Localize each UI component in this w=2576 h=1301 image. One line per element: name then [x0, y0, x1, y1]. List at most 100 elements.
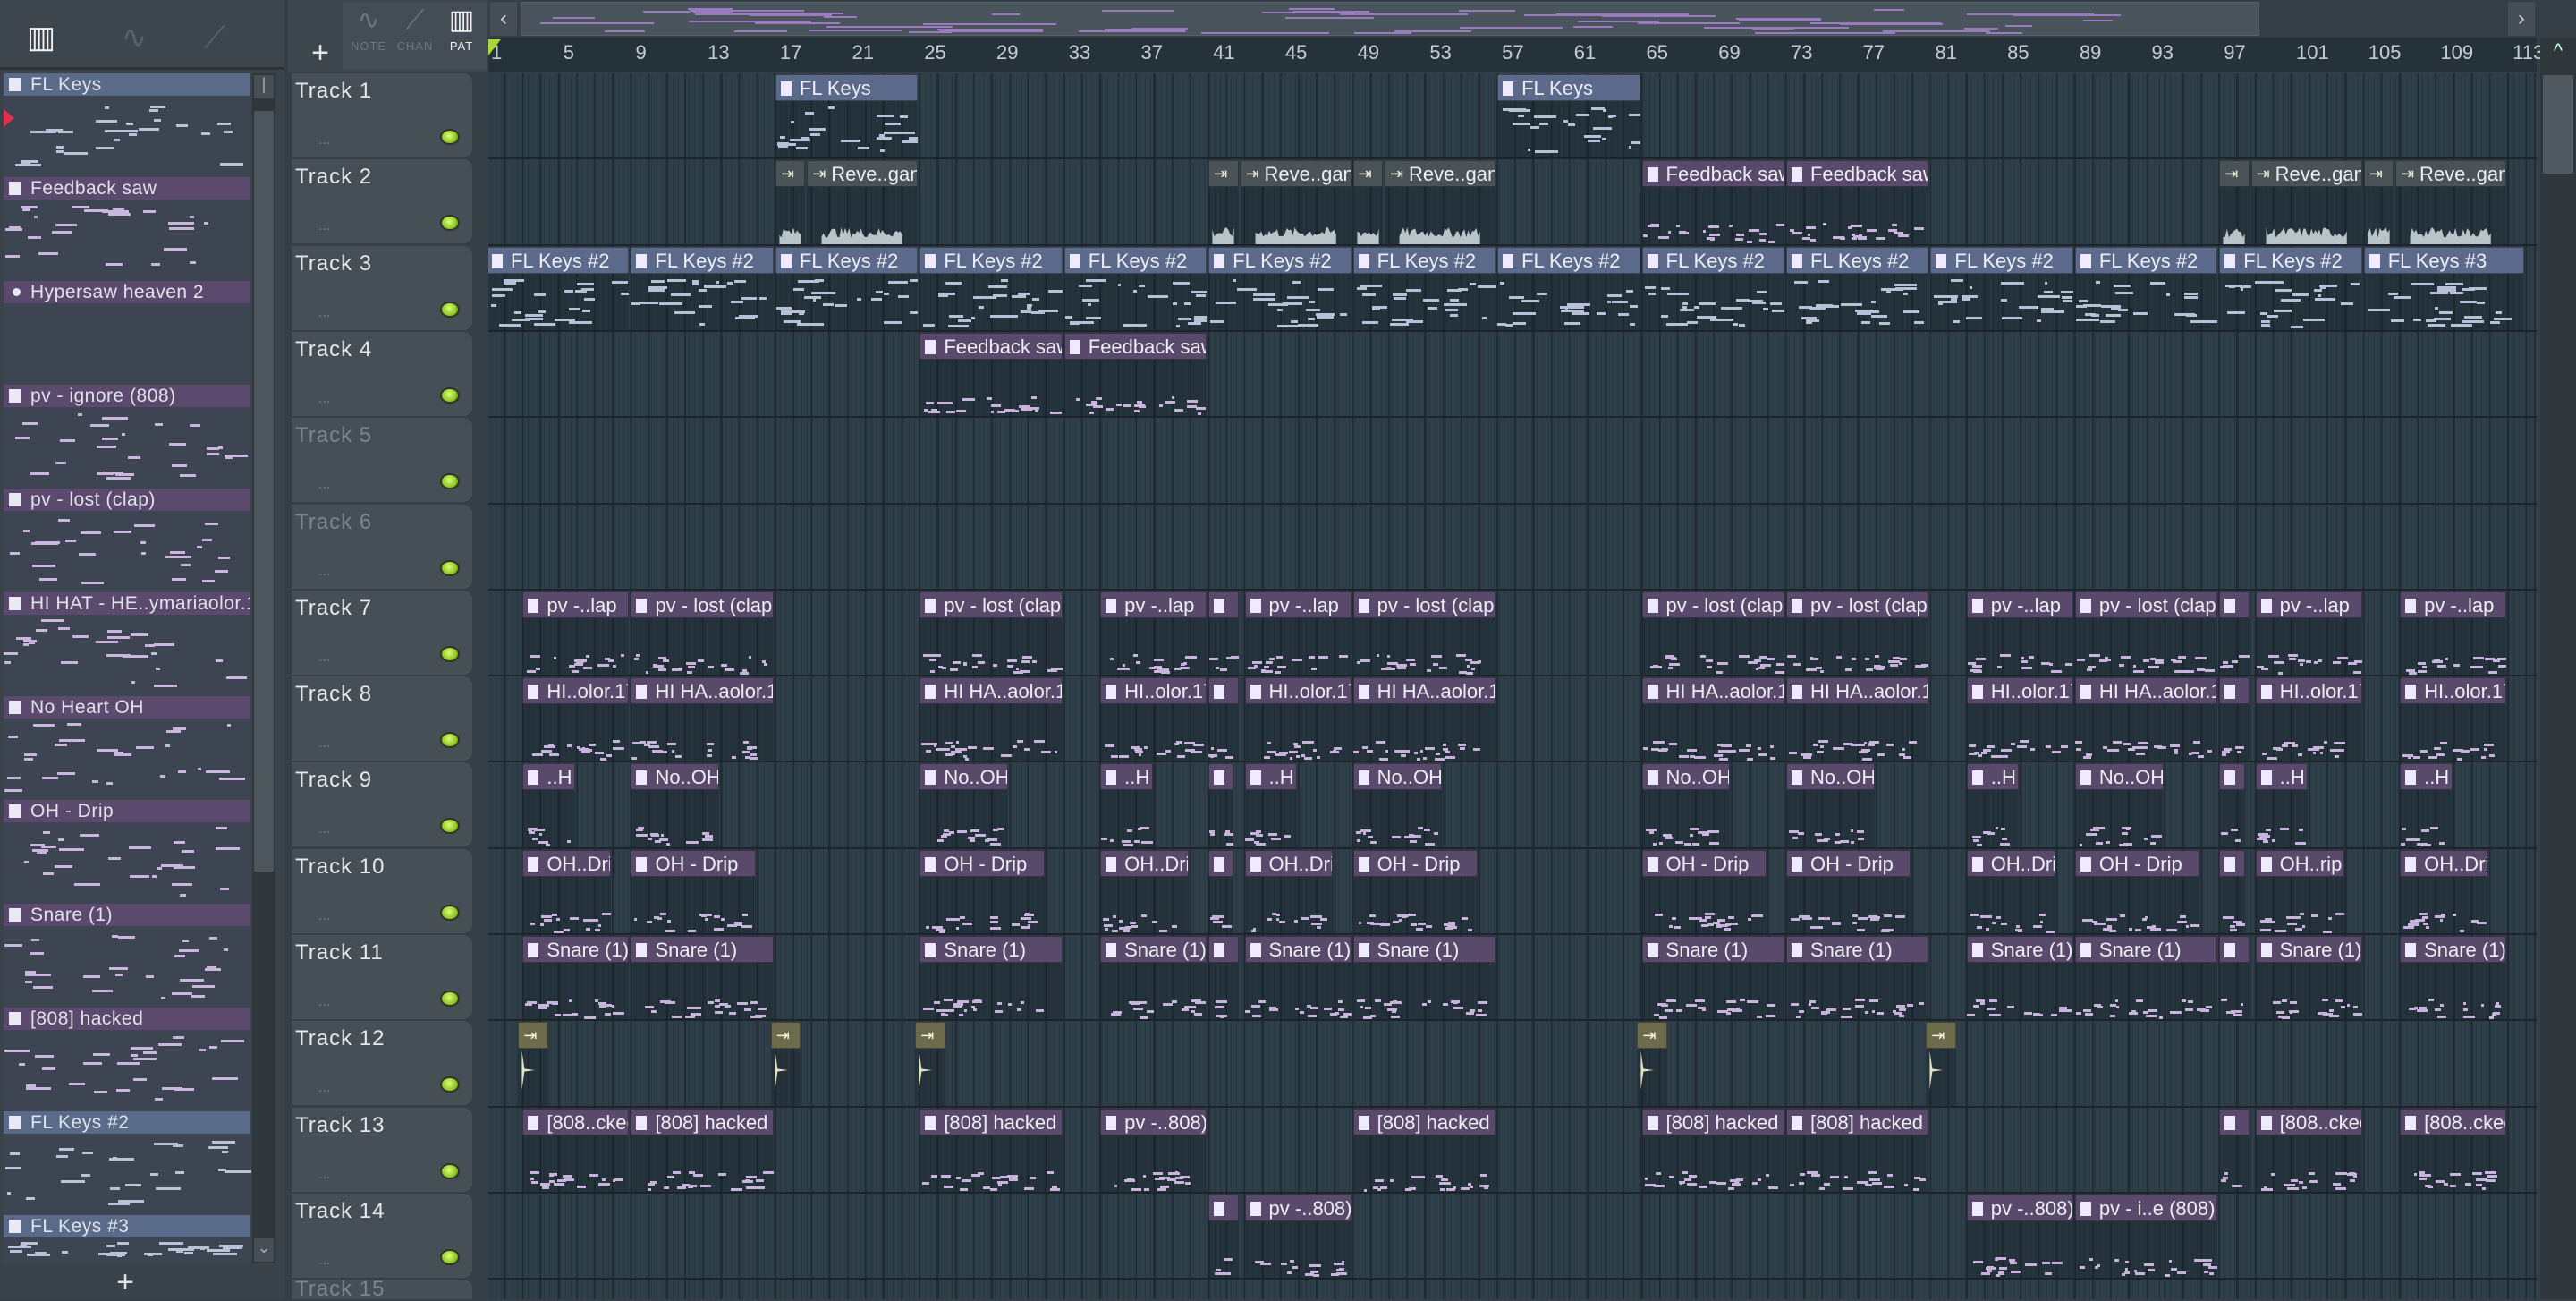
more-icon[interactable]: ...: [318, 477, 330, 493]
pattern-clip[interactable]: OH..Drip: [1100, 849, 1189, 934]
pattern-clip[interactable]: Feedback saw: [1063, 332, 1208, 417]
pattern-clip[interactable]: FL Keys #2: [775, 246, 919, 331]
audio-clip[interactable]: ⇥: [1352, 160, 1383, 245]
pattern-clip[interactable]: [808] hacked: [1785, 1108, 1929, 1193]
track-header[interactable]: Track 3...: [292, 245, 472, 330]
pattern-clip[interactable]: pv -..lap: [522, 591, 630, 676]
track-mute-led[interactable]: [440, 387, 460, 404]
pattern-clip[interactable]: pv - lost (clap): [1352, 591, 1496, 676]
pattern-item[interactable]: No Heart OH: [4, 696, 250, 800]
track-mute-led[interactable]: [440, 559, 460, 576]
pattern-clip[interactable]: Feedback saw: [1641, 160, 1784, 245]
pattern-clip[interactable]: [808..cked: [2400, 1108, 2507, 1193]
audio-clip[interactable]: ⇥: [1637, 1022, 1667, 1107]
scroll-right-button[interactable]: ›: [2508, 2, 2535, 36]
track-header[interactable]: Track 9...: [292, 762, 472, 847]
track-mute-led[interactable]: [440, 1162, 460, 1179]
mode-chan[interactable]: ⟋ CHAN: [392, 2, 438, 70]
pattern-clip[interactable]: OH - Drip: [1785, 849, 1911, 934]
pattern-clip[interactable]: pv -..lap: [1966, 591, 2073, 676]
audio-clip[interactable]: ⇥: [770, 1022, 801, 1107]
pattern-clip[interactable]: Snare (1): [2074, 936, 2218, 1020]
audio-clip[interactable]: ⇥: [915, 1022, 945, 1107]
pattern-clip[interactable]: pv - i..e (808): [2074, 1194, 2218, 1279]
track-header[interactable]: Track 7...: [292, 590, 472, 675]
track-header[interactable]: Track 12...: [292, 1021, 472, 1106]
pattern-clip[interactable]: [2219, 763, 2245, 848]
more-icon[interactable]: ...: [318, 564, 330, 580]
automation-icon[interactable]: ⟋: [197, 20, 233, 55]
pattern-clip[interactable]: pv - lost (clap): [631, 591, 774, 676]
track-header[interactable]: Track 6...: [292, 504, 472, 589]
scroll-down-icon[interactable]: ⌄: [254, 1238, 274, 1262]
pattern-clip[interactable]: pv -..808): [1244, 1194, 1352, 1279]
pattern-clip[interactable]: FL Keys #2: [1352, 246, 1496, 331]
audio-clip[interactable]: ⇥: [1926, 1022, 1956, 1107]
pattern-item[interactable]: FL Keys #2: [4, 1111, 251, 1215]
pattern-clip[interactable]: [808] hacked: [919, 1108, 1063, 1193]
pattern-clip[interactable]: [808] hacked: [1641, 1108, 1784, 1193]
track-header[interactable]: Track 1...: [292, 73, 472, 157]
pattern-clip[interactable]: [1208, 591, 1239, 676]
playhead-marker[interactable]: [488, 39, 501, 55]
pattern-clip[interactable]: pv -..lap: [2255, 591, 2362, 676]
audio-clip[interactable]: ⇥ Reve..gan: [1384, 160, 1496, 245]
pattern-clip[interactable]: OH - Drip: [631, 849, 756, 934]
more-icon[interactable]: ...: [318, 821, 330, 838]
track-mute-led[interactable]: [440, 215, 460, 232]
pattern-clip[interactable]: Snare (1): [1244, 936, 1352, 1020]
scroll-left-button[interactable]: ‹: [490, 2, 517, 36]
pattern-clip[interactable]: [1208, 763, 1234, 848]
pattern-clip[interactable]: [2219, 591, 2250, 676]
pattern-clip[interactable]: [808..cked: [2255, 1108, 2362, 1193]
mode-note[interactable]: ∿ NOTE: [345, 2, 392, 70]
pattern-clip[interactable]: HI HA..aolor.17: [1641, 677, 1784, 762]
pattern-item[interactable]: OH - Drip: [4, 800, 250, 904]
pattern-clip[interactable]: FL Keys #2: [1063, 246, 1208, 331]
pattern-clip[interactable]: pv - lost (clap): [1785, 591, 1929, 676]
more-icon[interactable]: ...: [318, 391, 330, 407]
pattern-clip[interactable]: Snare (1): [1352, 936, 1496, 1020]
audio-clip[interactable]: ⇥ Reve..gan: [1240, 160, 1352, 245]
pattern-clip[interactable]: OH..Drip: [2400, 849, 2488, 934]
track-header[interactable]: Track 2...: [292, 159, 472, 244]
pattern-item[interactable]: Snare (1): [4, 904, 250, 1008]
vertical-scrollbar[interactable]: ^: [2540, 38, 2576, 1299]
pattern-clip[interactable]: pv -..lap: [1244, 591, 1352, 676]
track-mute-led[interactable]: [440, 904, 460, 921]
pattern-clip[interactable]: FL Keys #2: [2074, 246, 2218, 331]
pattern-clip[interactable]: [1208, 1194, 1239, 1279]
pattern-clip[interactable]: OH - Drip: [1352, 849, 1478, 934]
pattern-clip[interactable]: FL Keys #2: [1208, 246, 1352, 331]
playlist-grid[interactable]: FL Keys FL Keys ⇥ ⇥ Reve..gan ⇥ ⇥ Reve..gan ⇥ ⇥ Re…: [488, 73, 2537, 1299]
pattern-clip[interactable]: FL Keys #2: [1930, 246, 2073, 331]
track-mute-led[interactable]: [440, 1248, 460, 1265]
pattern-clip[interactable]: pv - lost (clap): [1641, 591, 1784, 676]
pattern-clip[interactable]: OH - Drip: [919, 849, 1045, 934]
track-header[interactable]: Track 11...: [292, 935, 472, 1019]
pattern-clip[interactable]: HI..olor.17: [1244, 677, 1352, 762]
more-icon[interactable]: ...: [318, 908, 330, 924]
audio-clip[interactable]: ⇥ Reve..gan: [2395, 160, 2507, 245]
pattern-clip[interactable]: FL Keys #2: [1641, 246, 1784, 331]
pattern-clip[interactable]: pv -..lap: [2400, 591, 2507, 676]
track-mute-led[interactable]: [440, 473, 460, 490]
more-icon[interactable]: ...: [318, 132, 330, 149]
track-header[interactable]: Track 8...: [292, 676, 472, 761]
pattern-clip[interactable]: OH..rip: [2255, 849, 2344, 934]
pattern-clip[interactable]: FL Keys #2: [1497, 246, 1640, 331]
pattern-clip[interactable]: pv -..lap: [1100, 591, 1208, 676]
pattern-clip[interactable]: No..OH: [919, 763, 1009, 848]
pattern-clip[interactable]: pv - lost (clap): [2074, 591, 2218, 676]
track-mute-led[interactable]: [440, 732, 460, 749]
audio-clip[interactable]: ⇥: [2219, 160, 2250, 245]
pattern-item[interactable]: Feedback saw: [4, 177, 250, 281]
pattern-clip[interactable]: OH - Drip: [2074, 849, 2200, 934]
scroll-up-icon[interactable]: ^: [2543, 39, 2573, 72]
pattern-clip[interactable]: Snare (1): [631, 936, 774, 1020]
pattern-clip[interactable]: pv -..808): [1100, 1108, 1208, 1193]
playlist-overview[interactable]: [521, 2, 2259, 36]
scroll-thumb[interactable]: [2543, 75, 2573, 174]
pattern-clip[interactable]: Snare (1): [2255, 936, 2362, 1020]
track-header[interactable]: Track 14...: [292, 1193, 472, 1278]
